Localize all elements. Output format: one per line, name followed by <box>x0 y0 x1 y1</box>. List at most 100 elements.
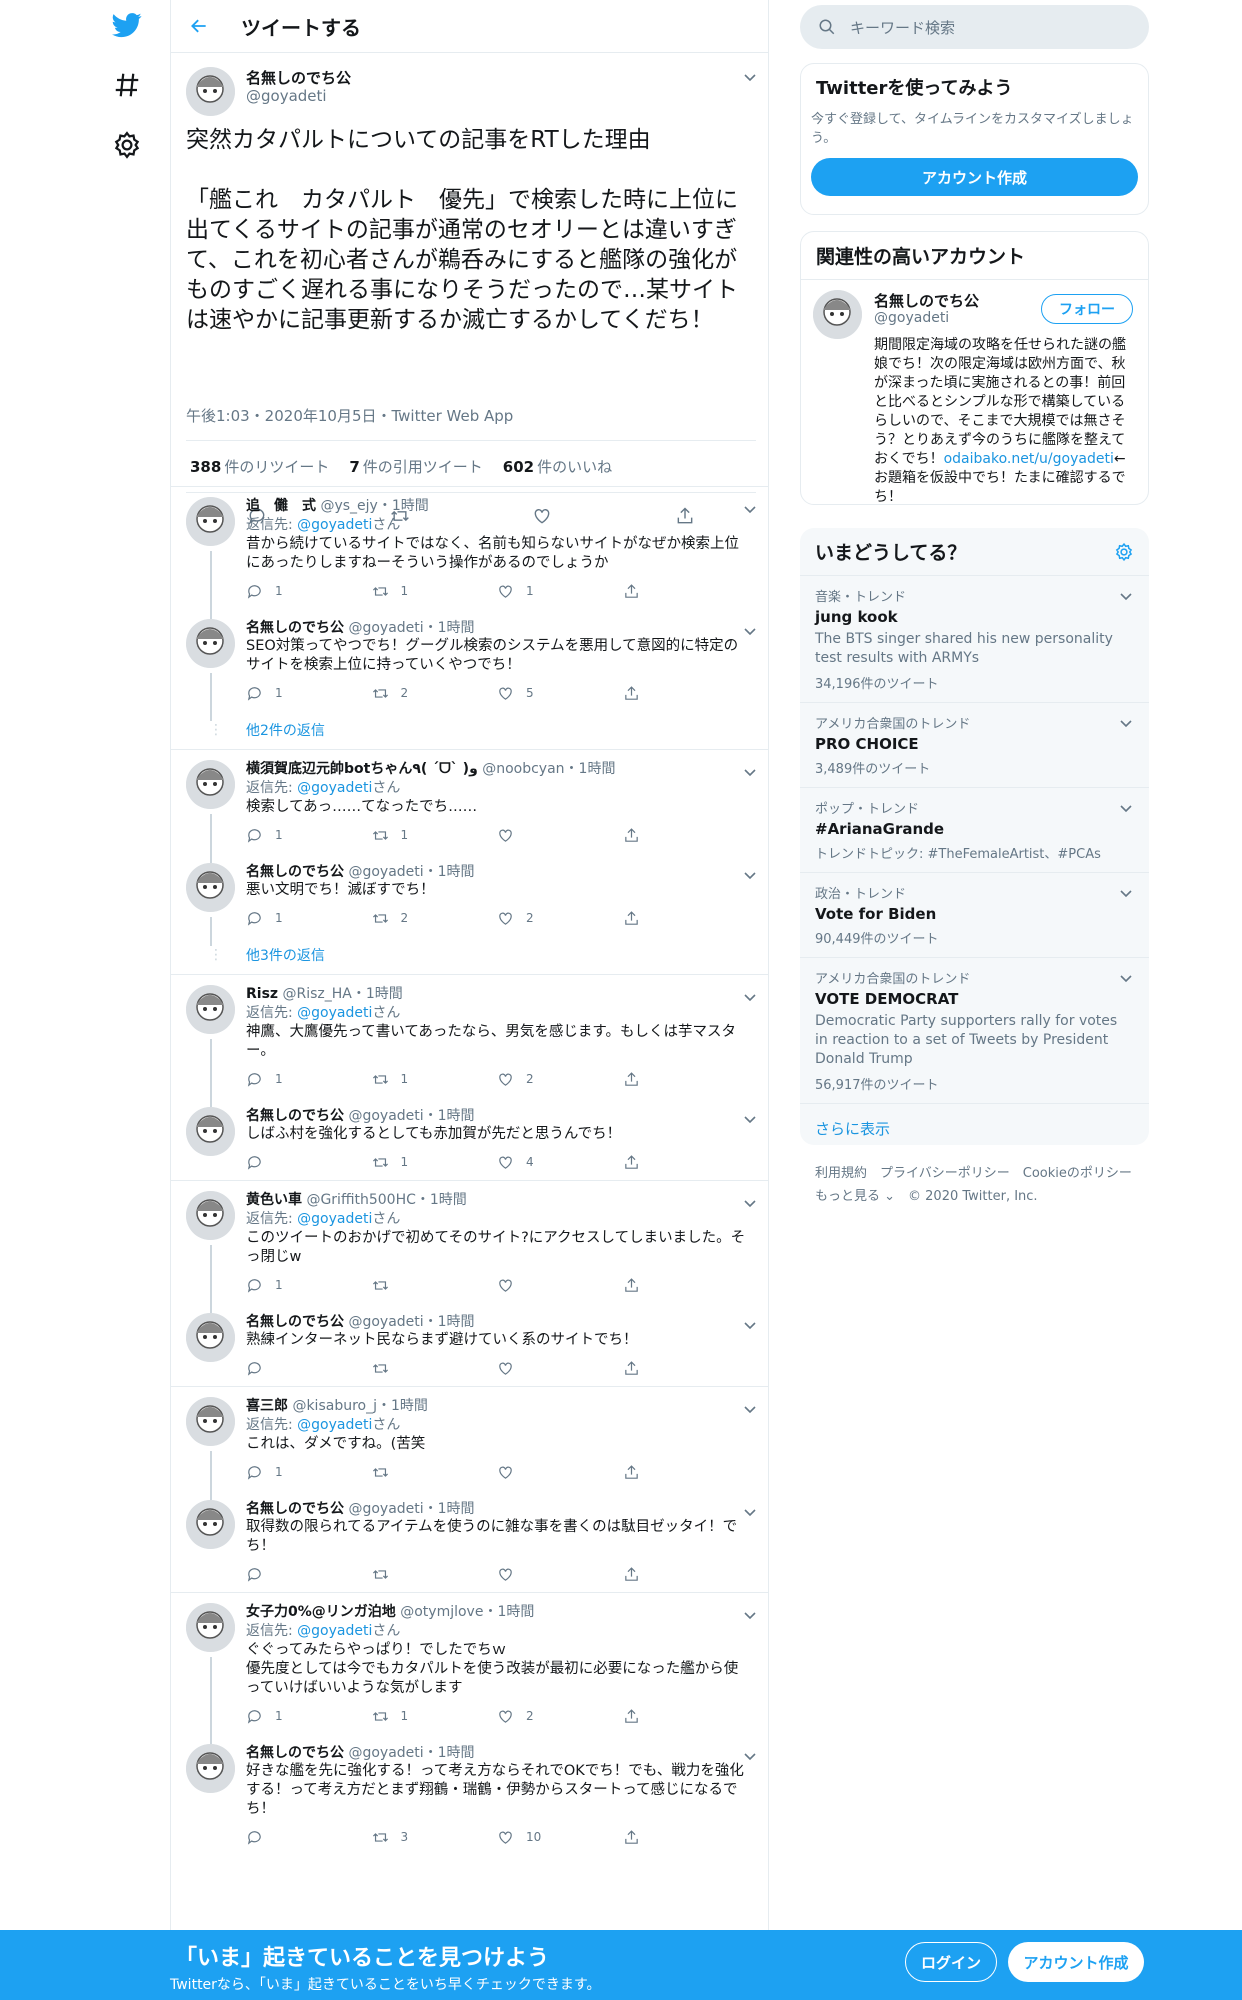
reply-author-handle[interactable]: @otymjlove・1時間 <box>400 1604 534 1620</box>
chevron-down-icon[interactable] <box>742 1195 758 1211</box>
reply-author-name[interactable]: 名無しのでち公 <box>246 1108 344 1124</box>
avatar[interactable] <box>186 863 235 912</box>
chevron-down-icon[interactable] <box>1118 715 1134 731</box>
reply-to-link[interactable]: @goyadeti <box>297 1005 372 1021</box>
follow-button[interactable]: フォロー <box>1041 294 1133 324</box>
reply-tweet[interactable]: 女子力0%@リンガ泊地 @otymjlove・1時間 返信先: @goyadeti… <box>171 1593 768 1744</box>
share-action[interactable] <box>623 1708 749 1725</box>
reply-tweet[interactable]: 名無しのでち公 @goyadeti・1時間 熟練インターネット民ならまず避けていく… <box>171 1303 768 1386</box>
retweet-action[interactable]: 3 <box>372 1829 498 1846</box>
like-action[interactable] <box>497 1566 623 1583</box>
retweet-action[interactable]: 1 <box>372 1708 498 1725</box>
reply-author-name[interactable]: 名無しのでち公 <box>246 1745 344 1761</box>
reply-action[interactable] <box>246 1829 372 1846</box>
show-more-replies-link[interactable]: ⋮ 他3件の返信 <box>171 936 768 974</box>
reply-to-link[interactable]: @goyadeti <box>297 1211 372 1227</box>
reply-author-handle[interactable]: @goyadeti・1時間 <box>348 620 474 636</box>
reply-author-name[interactable]: 名無しのでち公 <box>246 1501 344 1517</box>
share-action[interactable] <box>623 1566 749 1583</box>
like-action[interactable]: 4 <box>497 1154 623 1171</box>
share-action[interactable] <box>623 910 749 927</box>
gear-icon[interactable] <box>1114 542 1134 562</box>
footer-line-2[interactable]: もっと見る ⌄ © 2020 Twitter, Inc. <box>815 1185 1132 1208</box>
search-input[interactable]: キーワード検索 <box>800 5 1149 49</box>
share-action[interactable] <box>623 583 749 600</box>
reply-author-name[interactable]: 喜三郎 <box>246 1398 288 1414</box>
chevron-down-icon[interactable] <box>742 69 758 85</box>
related-account[interactable]: 名無しのでち公 @goyadeti フォロー 期間限定海域の攻略を任せられた謎の… <box>801 279 1148 505</box>
explore-hashtag-icon[interactable] <box>112 70 142 100</box>
show-more-link[interactable]: さらに表示 <box>800 1103 1149 1153</box>
trend-item[interactable]: アメリカ合衆国のトレンド PRO CHOICE 3,489件のツイート <box>800 702 1149 787</box>
settings-gear-icon[interactable] <box>112 130 142 160</box>
login-button[interactable]: ログイン <box>905 1942 997 1982</box>
like-action[interactable]: 2 <box>497 1708 623 1725</box>
show-more-replies-link[interactable]: ⋮ 他2件の返信 <box>171 711 768 749</box>
reply-action[interactable]: 1 <box>246 827 372 844</box>
retweet-count[interactable]: 388 <box>190 458 221 476</box>
chevron-down-icon[interactable] <box>1118 970 1134 986</box>
create-account-button[interactable]: アカウント作成 <box>811 158 1138 196</box>
reply-tweet[interactable]: 名無しのでち公 @goyadeti・1時間 好きな艦を先に強化する！って考え方なら… <box>171 1734 768 1855</box>
retweet-action[interactable]: 2 <box>372 685 498 702</box>
retweet-action[interactable] <box>372 1464 498 1481</box>
tweet-timestamp[interactable]: 午後1:03・2020年10月5日・Twitter Web App <box>186 405 513 426</box>
signup-button[interactable]: アカウント作成 <box>1008 1942 1144 1982</box>
share-action[interactable] <box>623 1360 749 1377</box>
reply-to-link[interactable]: @goyadeti <box>297 780 372 796</box>
reply-author-handle[interactable]: @Griffith500HC・1時間 <box>306 1192 466 1208</box>
author-handle[interactable]: @goyadeti <box>246 87 327 105</box>
chevron-down-icon[interactable] <box>742 764 758 780</box>
like-action[interactable]: 2 <box>497 1071 623 1088</box>
retweet-action[interactable] <box>372 1566 498 1583</box>
author-name[interactable]: 名無しのでち公 <box>246 67 351 88</box>
reply-tweet[interactable]: 名無しのでち公 @goyadeti・1時間 悪い文明でち！滅ぼすでち！ 1 2 2 <box>171 853 768 946</box>
avatar[interactable] <box>186 1313 235 1362</box>
reply-action[interactable]: 1 <box>246 1708 372 1725</box>
reply-tweet[interactable]: 喜三郎 @kisaburo_j・1時間 返信先: @goyadetiさん これは、ダ… <box>171 1387 768 1500</box>
avatar[interactable] <box>186 67 235 116</box>
related-name[interactable]: 名無しのでち公 <box>874 290 979 311</box>
quote-label[interactable]: 件の引用ツイート <box>363 456 483 477</box>
reply-tweet[interactable]: 追 儺 式 @ys_ejy・1時間 返信先: @goyadetiさん 昔から続けてい… <box>171 487 768 619</box>
chevron-down-icon[interactable] <box>1118 800 1134 816</box>
chevron-down-icon[interactable] <box>1118 885 1134 901</box>
quote-count[interactable]: 7 <box>349 458 359 476</box>
reply-author-name[interactable]: Risz <box>246 986 278 1002</box>
chevron-down-icon[interactable] <box>1118 588 1134 604</box>
reply-author-handle[interactable]: @goyadeti・1時間 <box>348 1501 474 1517</box>
reply-action[interactable] <box>246 1154 372 1171</box>
reply-author-name[interactable]: 追 儺 式 <box>246 498 316 514</box>
retweet-action[interactable]: 1 <box>372 1154 498 1171</box>
share-action[interactable] <box>623 1277 749 1294</box>
reply-author-name[interactable]: 女子力0%@リンガ泊地 <box>246 1604 396 1620</box>
chevron-down-icon[interactable] <box>742 867 758 883</box>
retweet-action[interactable]: 2 <box>372 910 498 927</box>
retweet-action[interactable] <box>372 1360 498 1377</box>
share-action[interactable] <box>623 827 749 844</box>
share-action[interactable] <box>623 685 749 702</box>
reply-to-link[interactable]: @goyadeti <box>297 1417 372 1433</box>
related-handle[interactable]: @goyadeti <box>874 310 949 326</box>
reply-tweet[interactable]: 名無しのでち公 @goyadeti・1時間 取得数の限られてるアイテムを使うのに雑… <box>171 1490 768 1592</box>
like-action[interactable]: 5 <box>497 685 623 702</box>
chevron-down-icon[interactable] <box>742 1111 758 1127</box>
like-action[interactable] <box>497 1464 623 1481</box>
like-action[interactable] <box>497 1277 623 1294</box>
retweet-action[interactable]: 1 <box>372 827 498 844</box>
reply-author-name[interactable]: 名無しのでち公 <box>246 1314 344 1330</box>
trend-item[interactable]: 政治・トレンド Vote for Biden 90,449件のツイート <box>800 872 1149 957</box>
reply-author-handle[interactable]: @Risz_HA・1時間 <box>283 986 403 1002</box>
back-button[interactable] <box>189 6 229 46</box>
reply-tweet[interactable]: Risz @Risz_HA・1時間 返信先: @goyadetiさん 神鷹、大鷹優先… <box>171 975 768 1107</box>
reply-to-link[interactable]: @goyadeti <box>297 517 372 533</box>
reply-tweet[interactable]: 横須賀底辺元帥botちゃん٩( ˊᗜˋ )و @noobcyan・1時間 返信先:… <box>171 750 768 863</box>
twitter-logo-icon[interactable] <box>112 10 142 40</box>
like-action[interactable]: 10 <box>497 1829 623 1846</box>
reply-author-handle[interactable]: @noobcyan・1時間 <box>482 761 615 777</box>
retweet-label[interactable]: 件のリツイート <box>224 456 329 477</box>
reply-action[interactable]: 1 <box>246 583 372 600</box>
chevron-down-icon[interactable] <box>742 1748 758 1764</box>
chevron-down-icon[interactable] <box>742 1504 758 1520</box>
reply-author-handle[interactable]: @kisaburo_j・1時間 <box>292 1398 427 1414</box>
